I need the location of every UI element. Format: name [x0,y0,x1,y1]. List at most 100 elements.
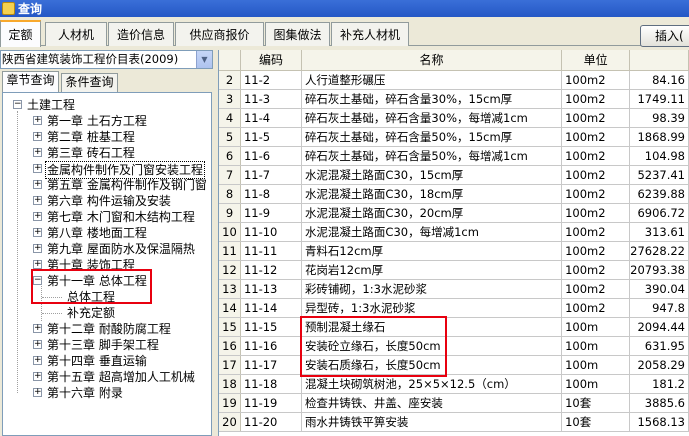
name-cell: 碎石灰土基础，碎石含量30%，每增减1cm [301,108,563,128]
table-row[interactable]: 10 11-10 水泥混凝土路面C30，每增减1cm 100m2 313.61 [219,222,689,242]
tab-label: 定额 [8,28,33,42]
expand-icon[interactable]: + [33,228,42,237]
column-header-code[interactable]: 编码 [240,50,302,71]
tree-chapter[interactable]: + 第三章 砖石工程 [3,145,211,161]
expand-icon[interactable]: + [33,148,42,157]
grid-header-row: 编码 名称 单位 [219,50,689,71]
tab-atlas-method[interactable]: 图集做法 [265,22,330,46]
table-row[interactable]: 12 11-12 花岗岩12cm厚 100m2 20793.38 [219,260,689,280]
tab-label: 造价信息 [116,28,165,42]
expand-icon[interactable]: + [33,164,42,173]
table-row[interactable]: 15 11-15 预制混凝土缘石 100m 2094.44 [219,317,689,337]
table-row[interactable]: 6 11-6 碎石灰土基础，碎石含量50%，每增减1cm 100m2 104.98 [219,146,689,166]
insert-button[interactable]: 插入( [640,25,689,47]
price-cell: 3885.6 [629,393,689,413]
table-row[interactable]: 2 11-2 人行道整形碾压 100m2 84.16 [219,70,689,90]
table-row[interactable]: 17 11-17 安装石质缘石，长度50cm 100m 2058.29 [219,355,689,375]
tree-leaf[interactable]: 总体工程 [3,289,211,305]
row-number-cell: 5 [219,127,241,147]
table-row[interactable]: 3 11-3 碎石灰土基础，碎石含量30%，15cm厚 100m2 1749.11 [219,89,689,109]
expand-icon[interactable]: + [33,260,42,269]
expand-icon[interactable]: + [33,116,42,125]
unit-cell: 100m2 [561,146,631,166]
tree-chapter[interactable]: + 第十三章 脚手架工程 [3,337,211,353]
tree-chapter[interactable]: + 第六章 构件运输及安装 [3,193,211,209]
tree-chapter[interactable]: + 金属构件制作及门窗安装工程 [3,161,211,179]
tree-chapter[interactable]: + 第十二章 耐酸防腐工程 [3,321,211,337]
tree-leaf[interactable]: 补充定额 [3,305,211,321]
expand-icon[interactable]: + [33,180,42,189]
price-cell: 2058.29 [629,355,689,375]
table-row[interactable]: 7 11-7 水泥混凝土路面C30，15cm厚 100m2 5237.41 [219,165,689,185]
table-row[interactable]: 16 11-16 安装砼立缘石，长度50cm 100m 631.95 [219,336,689,356]
collapse-icon[interactable]: − [13,100,22,109]
chapter-tree[interactable]: − 土建工程 + 第一章 土石方工程 + 第二章 桩基工程 + 第三章 砖石工程… [2,92,212,436]
tab-cost-info[interactable]: 造价信息 [108,22,174,46]
unit-cell: 100m [561,374,631,394]
name-cell: 安装石质缘石，长度50cm [301,355,563,375]
tab-condition-query[interactable]: 条件查询 [61,73,118,92]
expand-icon[interactable]: + [33,244,42,253]
expand-icon[interactable]: + [33,356,42,365]
row-number-cell: 6 [219,146,241,166]
code-cell: 11-8 [240,184,302,204]
tab-label: 人材机 [57,28,94,42]
library-select[interactable]: 陕西省建筑装饰工程价目表(2009) ▼ [0,50,213,69]
expand-icon[interactable]: + [33,388,42,397]
tab-chapter-query[interactable]: 章节查询 [2,71,59,93]
tree-chapter[interactable]: + 第七章 木门窗和木结构工程 [3,209,211,225]
table-row[interactable]: 11 11-11 青料石12cm厚 100m2 27628.22 [219,241,689,261]
tree-chapter[interactable]: + 第十五章 超高增加人工机械 [3,369,211,385]
tab-supplier-quote[interactable]: 供应商报价 [175,22,264,46]
quota-grid[interactable]: 编码 名称 单位 2 11-2 人行道整形碾压 100m2 84.16 3 11-3 碎石灰土… [218,50,689,436]
code-cell: 11-18 [240,374,302,394]
name-cell: 碎石灰土基础，碎石含量30%，15cm厚 [301,89,563,109]
tree-chapter[interactable]: + 第一章 土石方工程 [3,113,211,129]
tree-chapter[interactable]: + 第五章 金属构件制作及钢门窗 [3,177,211,193]
row-number-cell: 12 [219,260,241,280]
code-cell: 11-15 [240,317,302,337]
chevron-down-icon[interactable]: ▼ [196,51,212,68]
table-row[interactable]: 19 11-19 检查井铸铁、井盖、座安装 10套 3885.6 [219,393,689,413]
expand-icon[interactable]: + [33,212,42,221]
tree-chapter[interactable]: + 第八章 楼地面工程 [3,225,211,241]
name-cell: 检查井铸铁、井盖、座安装 [301,393,563,413]
tree-chapter-label: 第五章 金属构件制作及钢门窗 [47,178,207,192]
tree-chapter[interactable]: + 第十六章 附录 [3,385,211,401]
expand-icon[interactable]: + [33,132,42,141]
column-header-unit[interactable]: 单位 [561,50,631,71]
tab-supplement[interactable]: 补充人材机 [331,22,409,46]
expand-icon[interactable]: + [33,196,42,205]
unit-cell: 100m [561,317,631,337]
name-cell: 碎石灰土基础，碎石含量50%，15cm厚 [301,127,563,147]
code-cell: 11-17 [240,355,302,375]
tree-chapter-label: 第十章 装饰工程 [47,258,135,272]
subtab-label: 条件查询 [65,75,114,89]
tree-chapter[interactable]: + 第二章 桩基工程 [3,129,211,145]
expand-icon[interactable]: + [33,372,42,381]
name-cell: 碎石灰土基础，碎石含量50%，每增减1cm [301,146,563,166]
tab-rencaiji[interactable]: 人材机 [45,22,107,46]
column-header-name[interactable]: 名称 [301,50,563,71]
table-row[interactable]: 4 11-4 碎石灰土基础，碎石含量30%，每增减1cm 100m2 98.39 [219,108,689,128]
expand-icon[interactable]: + [33,324,42,333]
table-row[interactable]: 13 11-13 彩砖铺砌，1:3水泥砂浆 100m2 390.04 [219,279,689,299]
code-cell: 11-2 [240,70,302,90]
table-row[interactable]: 20 11-20 雨水井铸铁平箅安装 10套 1568.13 [219,412,689,432]
tree-chapter-expanded[interactable]: − 第十一章 总体工程 [3,273,211,289]
unit-cell: 100m2 [561,127,631,147]
tree-chapter[interactable]: + 第十章 装饰工程 [3,257,211,273]
window-title: 查询 [18,2,43,16]
table-row[interactable]: 5 11-5 碎石灰土基础，碎石含量50%，15cm厚 100m2 1868.99 [219,127,689,147]
tree-chapter[interactable]: + 第九章 屋面防水及保温隔热 [3,241,211,257]
table-row[interactable]: 9 11-9 水泥混凝土路面C30，20cm厚 100m2 6906.72 [219,203,689,223]
tree-chapter[interactable]: + 第十四章 垂直运输 [3,353,211,369]
collapse-icon[interactable]: − [33,276,42,285]
price-cell: 390.04 [629,279,689,299]
table-row[interactable]: 8 11-8 水泥混凝土路面C30，18cm厚 100m2 6239.88 [219,184,689,204]
column-header-price[interactable] [629,50,689,71]
expand-icon[interactable]: + [33,340,42,349]
table-row[interactable]: 14 11-14 异型砖，1:3水泥砂浆 100m2 947.8 [219,298,689,318]
tab-dinge[interactable]: 定额 [0,20,41,47]
table-row[interactable]: 18 11-18 混凝土块砌筑树池，25×5×12.5（cm） 100m 181.2 [219,374,689,394]
